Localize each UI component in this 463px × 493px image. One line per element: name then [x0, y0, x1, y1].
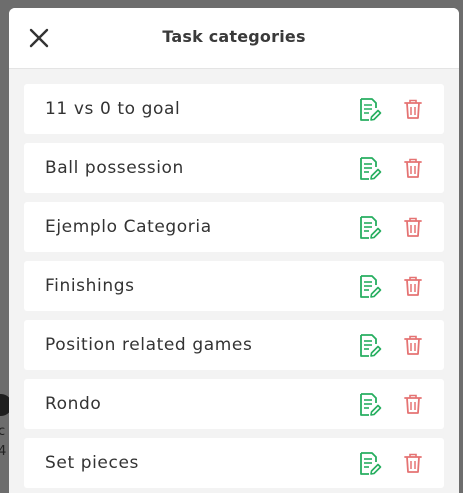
edit-button[interactable]: [358, 451, 382, 477]
edit-button[interactable]: [358, 392, 382, 418]
category-label: Position related games: [45, 335, 253, 355]
trash-icon: [404, 394, 422, 414]
background-text: 4: [0, 444, 7, 459]
edit-button[interactable]: [358, 274, 382, 300]
list-item: Finishings: [24, 261, 444, 311]
edit-button[interactable]: [358, 97, 382, 123]
edit-button[interactable]: [358, 215, 382, 241]
edit-button[interactable]: [358, 333, 382, 359]
delete-button[interactable]: [403, 216, 423, 238]
delete-button[interactable]: [403, 334, 423, 356]
background-text: c: [0, 424, 6, 439]
list-item: 11 vs 0 to goal: [24, 84, 444, 134]
edit-document-icon: [360, 393, 382, 416]
delete-button[interactable]: [403, 452, 423, 474]
edit-document-icon: [360, 452, 382, 475]
edit-document-icon: [360, 275, 382, 298]
category-list: 11 vs 0 to goal Ball possession Ejemplo …: [24, 84, 444, 493]
page-title: Task categories: [162, 27, 306, 46]
edit-document-icon: [360, 98, 382, 121]
list-item: Ball possession: [24, 143, 444, 193]
list-item: Rondo: [24, 379, 444, 429]
category-label: Ball possession: [45, 158, 184, 178]
delete-button[interactable]: [403, 98, 423, 120]
trash-icon: [404, 99, 422, 119]
delete-button[interactable]: [403, 393, 423, 415]
trash-icon: [404, 276, 422, 296]
list-item: Position related games: [24, 320, 444, 370]
trash-icon: [404, 453, 422, 473]
trash-icon: [404, 335, 422, 355]
category-label: Set pieces: [45, 453, 139, 473]
modal-header: Task categories: [9, 8, 459, 69]
task-categories-modal: Task categories 11 vs 0 to goal Ball pos…: [9, 8, 459, 493]
list-item: Set pieces: [24, 438, 444, 488]
trash-icon: [404, 158, 422, 178]
category-label: 11 vs 0 to goal: [45, 99, 181, 119]
category-label: Rondo: [45, 394, 102, 414]
edit-document-icon: [360, 216, 382, 239]
delete-button[interactable]: [403, 157, 423, 179]
edit-button[interactable]: [358, 156, 382, 182]
list-item: Ejemplo Categoria: [24, 202, 444, 252]
edit-document-icon: [360, 157, 382, 180]
delete-button[interactable]: [403, 275, 423, 297]
category-label: Ejemplo Categoria: [45, 217, 212, 237]
trash-icon: [404, 217, 422, 237]
edit-document-icon: [360, 334, 382, 357]
category-label: Finishings: [45, 276, 135, 296]
